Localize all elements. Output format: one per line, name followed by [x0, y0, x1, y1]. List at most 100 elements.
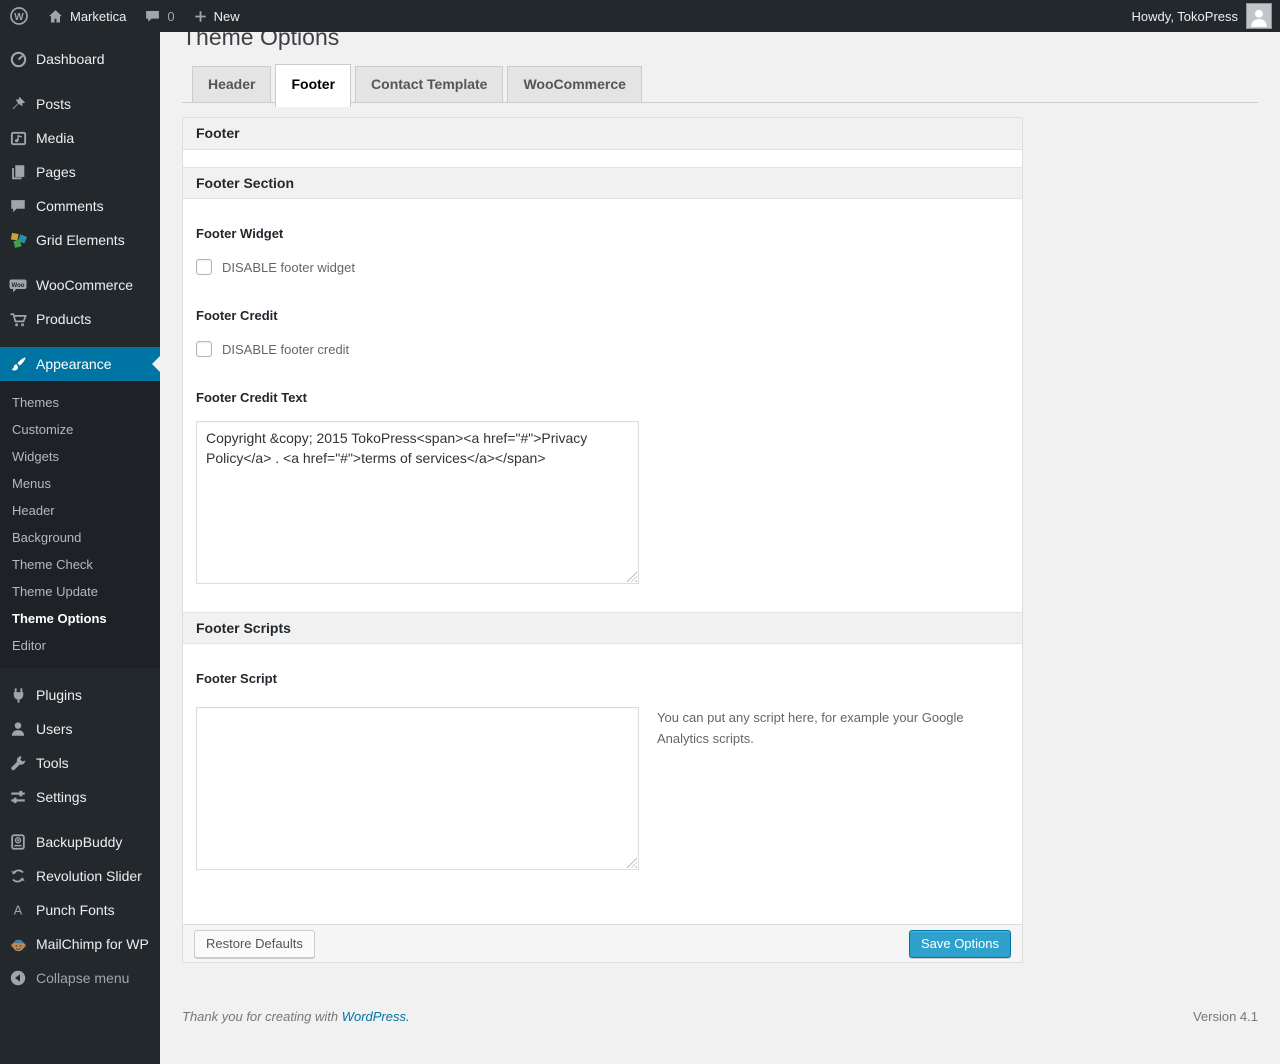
sidebar-item-label: Users: [36, 721, 73, 737]
disable-footer-widget-label: DISABLE footer widget: [222, 259, 355, 275]
account-menu[interactable]: Howdy, TokoPress: [1132, 3, 1280, 29]
menu-separator: [0, 336, 160, 347]
media-icon: [8, 128, 28, 148]
footer-credit-text-label: Footer Credit Text: [196, 390, 307, 405]
disable-footer-widget-checkbox[interactable]: [196, 259, 212, 275]
cart-icon: [8, 309, 28, 329]
sidebar-item-posts[interactable]: Posts: [0, 87, 160, 121]
sidebar-item-label: Comments: [36, 198, 104, 214]
avatar: [1246, 3, 1272, 29]
wordpress-menu[interactable]: W: [0, 0, 38, 32]
comments-shortcut[interactable]: 0: [135, 0, 183, 32]
pages-icon: [8, 162, 28, 182]
submenu-item-menus[interactable]: Menus: [0, 470, 160, 497]
footer-credit-text-input[interactable]: Copyright &copy; 2015 TokoPress<span><a …: [196, 421, 639, 584]
sidebar-item-label: Dashboard: [36, 51, 105, 67]
tab-contact-template[interactable]: Contact Template: [355, 66, 504, 102]
footer-widget-label: Footer Widget: [196, 226, 284, 241]
sidebar-item-pages[interactable]: Pages: [0, 155, 160, 189]
footer-script-wrap: [196, 707, 639, 870]
sidebar-item-grid-elements[interactable]: Grid Elements: [0, 223, 160, 257]
sidebar-item-media[interactable]: Media: [0, 121, 160, 155]
letter-a-icon: A: [8, 900, 28, 920]
footer-section-fields: Footer Widget DISABLE footer widget Foot…: [183, 226, 1022, 612]
sliders-icon: [8, 787, 28, 807]
menu-separator: [0, 76, 160, 87]
sidebar-item-label: Grid Elements: [36, 232, 125, 248]
tab-header[interactable]: Header: [192, 66, 272, 102]
collapse-arrow-icon: [8, 968, 28, 988]
new-content-button[interactable]: New: [184, 0, 249, 32]
sidebar-item-label: Tools: [36, 755, 69, 771]
panel-action-bar: Restore Defaults Save Options: [183, 924, 1022, 962]
disable-footer-credit-checkbox[interactable]: [196, 341, 212, 357]
site-name-label: Marketica: [70, 8, 127, 24]
main-content: Theme Options Header Footer Contact Temp…: [160, 0, 1280, 1024]
submenu-item-customize[interactable]: Customize: [0, 416, 160, 443]
submenu-item-editor[interactable]: Editor: [0, 632, 160, 659]
theme-options-panel: Footer Footer Section Footer Widget DISA…: [182, 117, 1023, 963]
tab-footer[interactable]: Footer: [275, 64, 352, 107]
site-name-link[interactable]: Marketica: [38, 0, 135, 32]
footer-widget-row: DISABLE footer widget: [196, 259, 1009, 275]
new-label: New: [213, 8, 240, 24]
footer-credit-text-wrap: Copyright &copy; 2015 TokoPress<span><a …: [196, 421, 639, 584]
submenu-item-header[interactable]: Header: [0, 497, 160, 524]
pushpin-icon: [8, 94, 28, 114]
sidebar-item-woocommerce[interactable]: Woo WooCommerce: [0, 268, 160, 302]
plus-icon: [193, 9, 208, 24]
restore-defaults-button[interactable]: Restore Defaults: [194, 929, 315, 958]
footer-script-help: You can put any script here, for example…: [657, 710, 964, 746]
svg-text:Woo: Woo: [12, 283, 25, 289]
svg-text:A: A: [14, 904, 23, 918]
submenu-item-theme-check[interactable]: Theme Check: [0, 551, 160, 578]
sidebar-item-punch-fonts[interactable]: A Punch Fonts: [0, 893, 160, 927]
tab-woocommerce[interactable]: WooCommerce: [507, 66, 642, 102]
sidebar-item-appearance[interactable]: Appearance: [0, 347, 160, 381]
sidebar-item-dashboard[interactable]: Dashboard: [0, 42, 160, 76]
sidebar-item-label: MailChimp for WP: [36, 936, 149, 952]
plugin-icon: [8, 685, 28, 705]
sidebar-item-label: Pages: [36, 164, 76, 180]
sidebar-item-label: BackupBuddy: [36, 834, 123, 850]
submenu-item-theme-update[interactable]: Theme Update: [0, 578, 160, 605]
monkey-icon: [8, 934, 28, 954]
save-options-button[interactable]: Save Options: [908, 929, 1011, 958]
section-title-footer-section: Footer Section: [183, 167, 1022, 199]
version-label: Version 4.1: [1192, 1009, 1258, 1024]
submenu-item-widgets[interactable]: Widgets: [0, 443, 160, 470]
dashboard-icon: [8, 49, 28, 69]
sidebar-item-users[interactable]: Users: [0, 712, 160, 746]
menu-separator: [0, 257, 160, 268]
sidebar-item-label: Settings: [36, 789, 87, 805]
sidebar-item-mailchimp[interactable]: MailChimp for WP: [0, 927, 160, 961]
sidebar-item-settings[interactable]: Settings: [0, 780, 160, 814]
submenu-item-themes[interactable]: Themes: [0, 389, 160, 416]
sidebar-item-tools[interactable]: Tools: [0, 746, 160, 780]
sidebar-item-label: Plugins: [36, 687, 82, 703]
footer-thanks: Thank you for creating with WordPress.: [182, 1009, 410, 1024]
sidebar-item-products[interactable]: Products: [0, 302, 160, 336]
wrench-icon: [8, 753, 28, 773]
sidebar-item-label: Appearance: [36, 356, 112, 372]
submenu-item-theme-options[interactable]: Theme Options: [0, 605, 160, 632]
tab-bar: Header Footer Contact Template WooCommer…: [182, 64, 1258, 107]
thanks-text: Thank you for creating with: [182, 1009, 339, 1024]
submenu-item-background[interactable]: Background: [0, 524, 160, 551]
collapse-menu-button[interactable]: Collapse menu: [0, 961, 160, 995]
wordpress-link[interactable]: WordPress.: [342, 1009, 410, 1024]
sidebar-item-label: Collapse menu: [36, 970, 130, 986]
footer-script-label: Footer Script: [196, 671, 277, 686]
svg-text:W: W: [14, 12, 24, 23]
user-icon: [8, 719, 28, 739]
section-title-footer-scripts: Footer Scripts: [183, 612, 1022, 644]
sidebar-item-label: Media: [36, 130, 75, 146]
appearance-submenu: Themes Customize Widgets Menus Header Ba…: [0, 381, 160, 668]
sidebar-item-comments[interactable]: Comments: [0, 189, 160, 223]
footer-script-input[interactable]: [196, 707, 639, 870]
sidebar-item-label: Punch Fonts: [36, 902, 115, 918]
sidebar-item-backupbuddy[interactable]: BackupBuddy: [0, 825, 160, 859]
sidebar-item-plugins[interactable]: Plugins: [0, 678, 160, 712]
sidebar-item-revolution-slider[interactable]: Revolution Slider: [0, 859, 160, 893]
footer-scripts-fields: Footer Script You can put any script her…: [183, 671, 1022, 870]
